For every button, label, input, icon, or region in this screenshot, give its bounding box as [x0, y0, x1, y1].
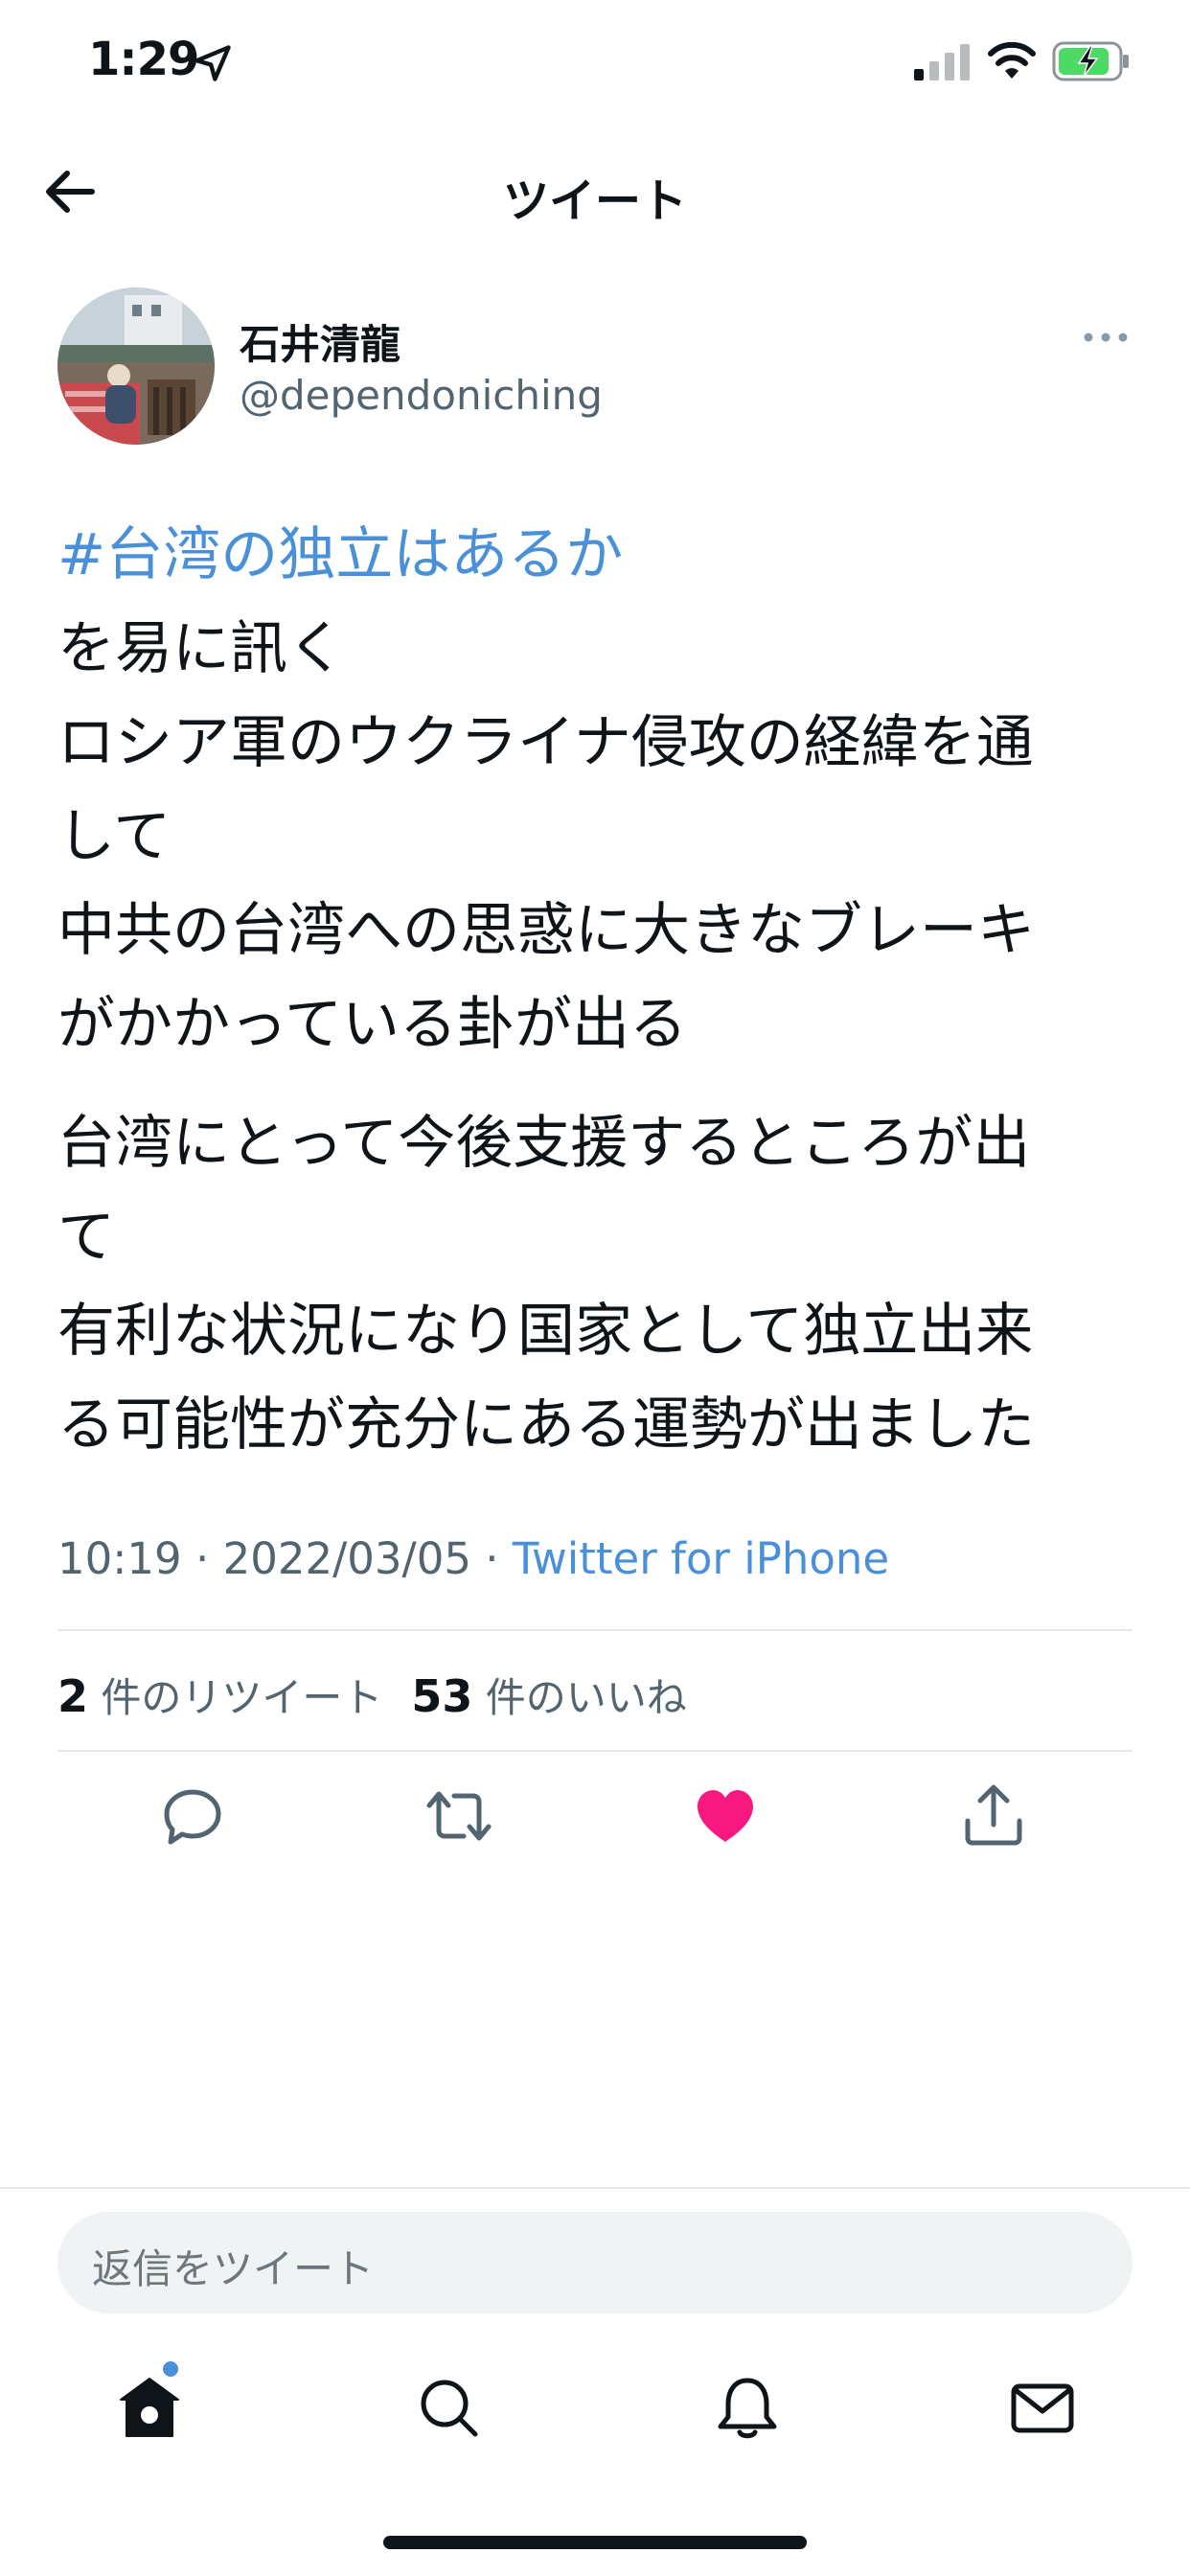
tweet-stats: 2 件のリツイート 53 件のいいね	[57, 1666, 687, 1724]
tweet-line: がかかっている卦が出る	[57, 991, 687, 1058]
like-count: 53	[411, 1670, 473, 1722]
tweet-line: 中共の台湾への思惑に大きなブレーキ	[57, 897, 1035, 964]
more-options-icon[interactable]	[1083, 328, 1129, 347]
retweet-label: 件のリツイート	[101, 1674, 383, 1721]
meta-separator: ·	[470, 1533, 513, 1584]
search-icon[interactable]	[414, 2373, 483, 2442]
tweet-date: 2022/03/05	[222, 1533, 471, 1584]
like-label: 件のいいね	[485, 1674, 687, 1721]
tweet-line: 有利な状況になり国家として独立出来	[57, 1298, 1034, 1365]
home-icon[interactable]	[115, 2373, 184, 2442]
author-name[interactable]: 石井清龍	[240, 312, 400, 371]
tweet-line: ロシア軍のウクライナ侵攻の経緯を通	[57, 709, 1034, 776]
meta-separator: ·	[181, 1533, 223, 1584]
retweet-icon[interactable]	[425, 1782, 492, 1850]
reply-icon[interactable]	[159, 1782, 226, 1850]
divider	[57, 1750, 1133, 1752]
retweet-count: 2	[57, 1670, 89, 1722]
location-arrow-icon	[195, 45, 231, 81]
author-handle[interactable]: @dependoniching	[240, 372, 603, 419]
tweet-detail-screen: 1:29 ツイート 石井清龍 @dependoniching #台湾の独立はある…	[0, 0, 1190, 2576]
reply-input[interactable]: 返信をツイート	[57, 2212, 1133, 2313]
status-bar: 1:29	[0, 0, 1190, 134]
share-icon[interactable]	[960, 1782, 1027, 1850]
like-icon[interactable]	[692, 1782, 759, 1850]
nav-bar: ツイート	[0, 134, 1190, 249]
tweet-line: る可能性が充分にある運勢が出ました	[57, 1392, 1035, 1459]
divider	[57, 1629, 1133, 1631]
tweet-line: て	[57, 1204, 115, 1271]
tweet-meta: 10:19 · 2022/03/05 · Twitter for iPhone	[57, 1533, 889, 1584]
messages-icon[interactable]	[1008, 2373, 1077, 2442]
likes-stat[interactable]: 53 件のいいね	[411, 1670, 687, 1722]
wifi-icon	[988, 41, 1036, 79]
page-title: ツイート	[502, 174, 687, 228]
tweet-line: を易に訊く	[57, 615, 345, 682]
cellular-signal-icon	[914, 44, 970, 80]
retweets-stat[interactable]: 2 件のリツイート	[57, 1670, 383, 1722]
avatar-photo	[57, 288, 215, 445]
divider	[0, 2187, 1190, 2189]
tweet-line: して	[57, 803, 172, 870]
notifications-icon[interactable]	[713, 2373, 782, 2442]
tweet-line: 台湾にとって今後支援するところが出	[57, 1110, 1031, 1177]
tweet-source-link[interactable]: Twitter for iPhone	[513, 1533, 889, 1584]
status-time: 1:29	[88, 33, 199, 86]
tweet-time: 10:19	[57, 1533, 182, 1584]
hashtag-link[interactable]: #台湾の独立はあるか	[57, 508, 1140, 602]
battery-charging-icon	[1052, 41, 1129, 81]
avatar[interactable]	[57, 288, 215, 445]
notification-dot	[163, 2361, 178, 2377]
home-indicator	[383, 2536, 807, 2549]
tweet-text: #台湾の独立はあるか を易に訊く ロシア軍のウクライナ侵攻の経緯を通 して 中共…	[57, 508, 1140, 1472]
reply-placeholder: 返信をツイート	[92, 2245, 375, 2292]
